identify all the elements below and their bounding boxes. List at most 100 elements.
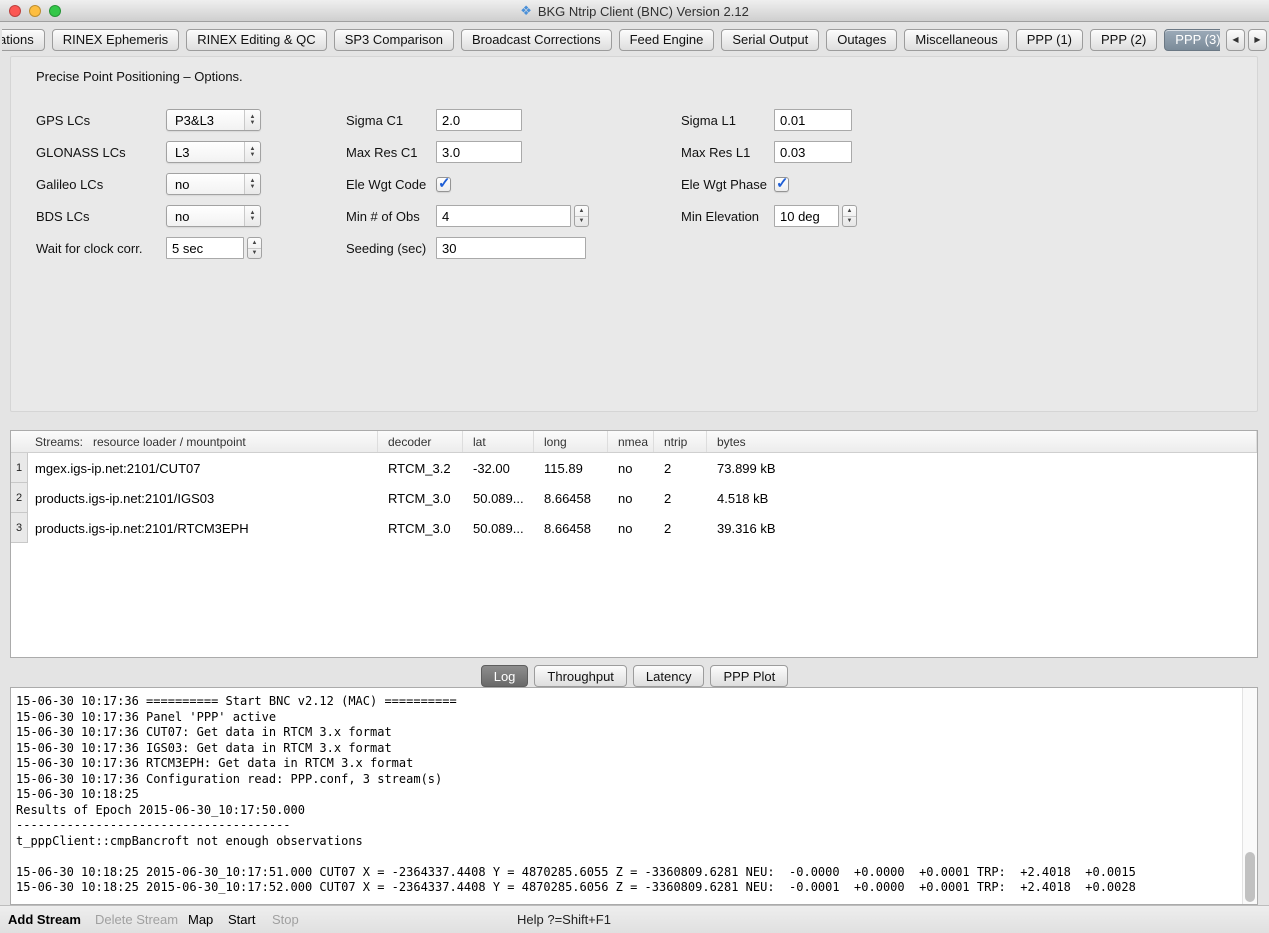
zoom-button[interactable] <box>49 5 61 17</box>
stepper-min-elevation[interactable]: ▲▼ <box>842 205 857 227</box>
combobox-bds-lcs[interactable]: no▲▼ <box>166 205 261 227</box>
streams-table: Streams: resource loader / mountpointdec… <box>10 430 1258 658</box>
cell-lat: -32.00 <box>463 453 534 483</box>
tab-label: SP3 Comparison <box>345 32 443 47</box>
input-seeding-sec[interactable] <box>436 237 586 259</box>
column-header-decoder[interactable]: decoder <box>378 431 463 452</box>
log-line: 15-06-30 10:17:36 CUT07: Get data in RTC… <box>16 725 1239 741</box>
tab-label: PPP (1) <box>1027 32 1072 47</box>
tab-scroll-left-button[interactable]: ◀ <box>1226 29 1245 51</box>
close-button[interactable] <box>9 5 21 17</box>
spin-down-button[interactable]: ▼ <box>575 216 588 227</box>
log-scrollbar[interactable] <box>1242 688 1257 904</box>
cell-bytes: 39.316 kB <box>707 513 1257 543</box>
input-sigma-l1[interactable] <box>774 109 852 131</box>
tab-broadcast-corrections[interactable]: Broadcast Corrections <box>461 29 612 51</box>
field-label: Galileo LCs <box>36 177 166 192</box>
top-tab-bar: ations RINEX Ephemeris RINEX Editing & QC S… <box>0 23 1269 56</box>
view-tab-ppp-plot[interactable]: PPP Plot <box>710 665 788 687</box>
form-row: Sigma L1 <box>681 104 857 136</box>
view-tab-log[interactable]: Log <box>481 665 529 687</box>
tab-ppp-1[interactable]: PPP (1) <box>1016 29 1083 51</box>
spin-up-button[interactable]: ▲ <box>248 238 261 248</box>
cell-ntrip: 2 <box>654 483 707 513</box>
log-line: 15-06-30 10:17:36 Panel 'PPP' active <box>16 710 1239 726</box>
field-label: Min Elevation <box>681 209 774 224</box>
view-tab-label: PPP Plot <box>723 669 775 684</box>
combobox-value: no <box>175 177 189 192</box>
streams-table-header: Streams: resource loader / mountpointdec… <box>11 431 1257 453</box>
row-number: 2 <box>11 483 28 513</box>
tab-feed-engine[interactable]: Feed Engine <box>619 29 715 51</box>
column-header-lat[interactable]: lat <box>463 431 534 452</box>
row-number: 1 <box>11 453 28 483</box>
cell-long: 115.89 <box>534 453 608 483</box>
column-header-ntrip[interactable]: ntrip <box>654 431 707 452</box>
view-tab-throughput[interactable]: Throughput <box>534 665 627 687</box>
view-tab-latency[interactable]: Latency <box>633 665 705 687</box>
input-wait-for-clock-corr[interactable] <box>166 237 244 259</box>
cell-long: 8.66458 <box>534 483 608 513</box>
tab-ppp-3[interactable]: PPP (3) <box>1164 29 1220 51</box>
spin-up-button[interactable]: ▲ <box>843 206 856 216</box>
stepper-min-of-obs[interactable]: ▲▼ <box>574 205 589 227</box>
form-row: BDS LCsno▲▼ <box>36 200 262 232</box>
table-row[interactable]: 3products.igs-ip.net:2101/RTCM3EPHRTCM_3… <box>11 513 1257 543</box>
stepper-wait-for-clock-corr[interactable]: ▲▼ <box>247 237 262 259</box>
spinner-arrows-icon: ▲▼ <box>244 110 260 130</box>
scrollbar-thumb[interactable] <box>1245 852 1255 902</box>
table-row[interactable]: 1mgex.igs-ip.net:2101/CUT07RTCM_3.2-32.0… <box>11 453 1257 483</box>
cell-nmea: no <box>608 483 654 513</box>
tab-outages[interactable]: Outages <box>826 29 897 51</box>
spin-up-icon: ▲ <box>252 240 258 246</box>
form-row: Max Res C1 <box>346 136 589 168</box>
spin-down-button[interactable]: ▼ <box>248 248 261 259</box>
checkbox-ele-wgt-phase[interactable]: ✓ <box>774 177 789 192</box>
statusbar-button-map[interactable]: Map <box>188 906 213 933</box>
cell-nmea: no <box>608 453 654 483</box>
tab-serial-output[interactable]: Serial Output <box>721 29 819 51</box>
log-line: t_pppClient::cmpBancroft not enough obse… <box>16 834 1239 850</box>
tab-rinex-ephemeris[interactable]: RINEX Ephemeris <box>52 29 179 51</box>
cell-bytes: 4.518 kB <box>707 483 1257 513</box>
input-max-res-l1[interactable] <box>774 141 852 163</box>
tab-sp3-comparison[interactable]: SP3 Comparison <box>334 29 454 51</box>
input-min-of-obs[interactable] <box>436 205 571 227</box>
log-line: 15-06-30 10:17:36 RTCM3EPH: Get data in … <box>16 756 1239 772</box>
combobox-galileo-lcs[interactable]: no▲▼ <box>166 173 261 195</box>
column-header-nmea[interactable]: nmea <box>608 431 654 452</box>
spin-down-icon: ▼ <box>579 218 585 224</box>
combobox-gps-lcs[interactable]: P3&L3▲▼ <box>166 109 261 131</box>
spinner-arrows-icon: ▲▼ <box>244 206 260 226</box>
input-min-elevation[interactable] <box>774 205 839 227</box>
tab-ppp-2[interactable]: PPP (2) <box>1090 29 1157 51</box>
tab-label: ations <box>2 32 34 47</box>
combobox-glonass-lcs[interactable]: L3▲▼ <box>166 141 261 163</box>
checkbox-ele-wgt-code[interactable]: ✓ <box>436 177 451 192</box>
view-tab-label: Log <box>494 669 516 684</box>
table-row[interactable]: 2products.igs-ip.net:2101/IGS03RTCM_3.05… <box>11 483 1257 513</box>
column-header-mountpoint[interactable]: Streams: resource loader / mountpoint <box>11 431 378 452</box>
cell-mountpoint: mgex.igs-ip.net:2101/CUT07 <box>28 453 378 483</box>
cell-bytes: 73.899 kB <box>707 453 1257 483</box>
tab-scroll-right-button[interactable]: ▶ <box>1248 29 1267 51</box>
column-header-long[interactable]: long <box>534 431 608 452</box>
input-max-res-c1[interactable] <box>436 141 522 163</box>
spin-up-icon: ▲ <box>579 208 585 214</box>
tab-rinex-editing-qc[interactable]: RINEX Editing & QC <box>186 29 327 51</box>
statusbar-button-start[interactable]: Start <box>228 906 255 933</box>
spin-up-button[interactable]: ▲ <box>575 206 588 216</box>
input-sigma-c1[interactable] <box>436 109 522 131</box>
tab-ations[interactable]: ations <box>2 29 45 51</box>
log-line: 15-06-30 10:17:36 Configuration read: PP… <box>16 772 1239 788</box>
minimize-button[interactable] <box>29 5 41 17</box>
check-icon: ✓ <box>438 174 451 192</box>
spin-down-button[interactable]: ▼ <box>843 216 856 227</box>
tab-miscellaneous[interactable]: Miscellaneous <box>904 29 1008 51</box>
tab-label: Feed Engine <box>630 32 704 47</box>
tab-label: Outages <box>837 32 886 47</box>
tabs-strip: ations RINEX Ephemeris RINEX Editing & QC S… <box>2 29 1220 51</box>
statusbar-button-add-stream[interactable]: Add Stream <box>8 906 81 933</box>
column-header-bytes[interactable]: bytes <box>707 431 1257 452</box>
cell-mountpoint: products.igs-ip.net:2101/RTCM3EPH <box>28 513 378 543</box>
